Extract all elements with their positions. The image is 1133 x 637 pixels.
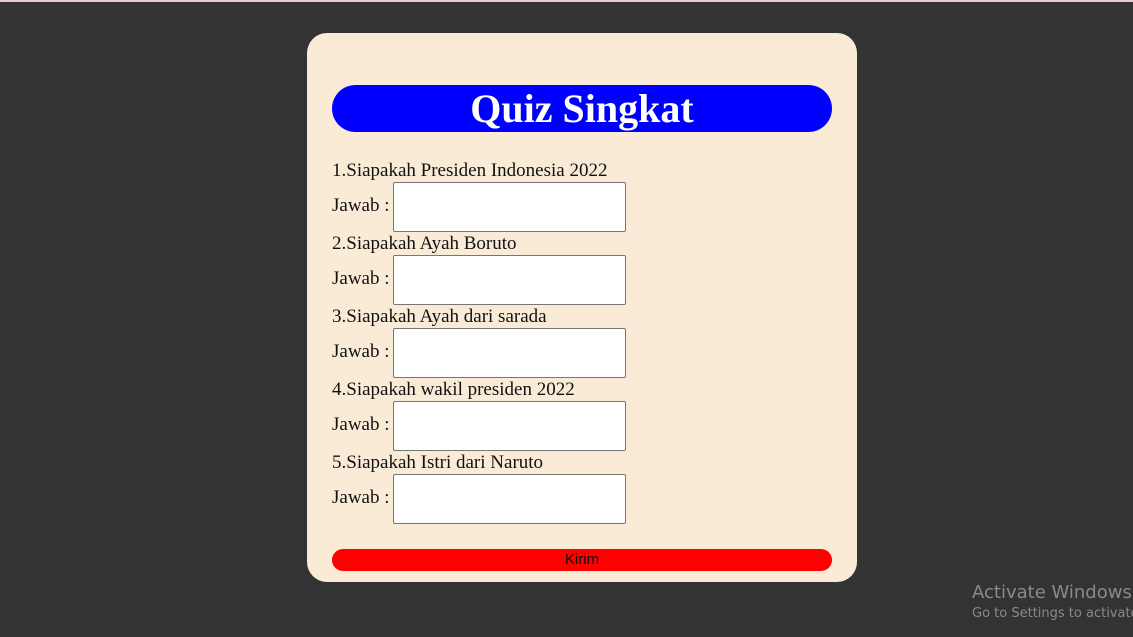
quiz-title: Quiz Singkat [332, 85, 832, 132]
question-1: 1.Siapakah Presiden Indonesia 2022 [332, 160, 608, 181]
watermark-title: Activate Windows [972, 582, 1132, 603]
answer-input-3[interactable] [393, 328, 626, 378]
question-5: 5.Siapakah Istri dari Naruto [332, 452, 544, 473]
answer-input-2[interactable] [393, 255, 626, 305]
answer-input-1[interactable] [393, 182, 626, 232]
submit-button[interactable]: Kirim [332, 549, 832, 571]
answer-input-4[interactable] [393, 401, 626, 451]
activate-windows-watermark: Activate Windows Go to Settings to activ… [972, 582, 1133, 624]
question-3: 3.Siapakah Ayah dari sarada [332, 306, 547, 327]
answer-label-1: Jawab : [332, 195, 390, 216]
answer-label-5: Jawab : [332, 487, 390, 508]
answer-label-3: Jawab : [332, 341, 390, 362]
question-2: 2.Siapakah Ayah Boruto [332, 233, 517, 254]
answer-input-5[interactable] [393, 474, 626, 524]
answer-label-4: Jawab : [332, 414, 390, 435]
question-4: 4.Siapakah wakil presiden 2022 [332, 379, 575, 400]
quiz-card: Quiz Singkat 1.Siapakah Presiden Indones… [307, 33, 857, 582]
watermark-subtitle: Go to Settings to activate Windows. [972, 606, 1133, 621]
window-top-border [0, 0, 1133, 2]
answer-label-2: Jawab : [332, 268, 390, 289]
